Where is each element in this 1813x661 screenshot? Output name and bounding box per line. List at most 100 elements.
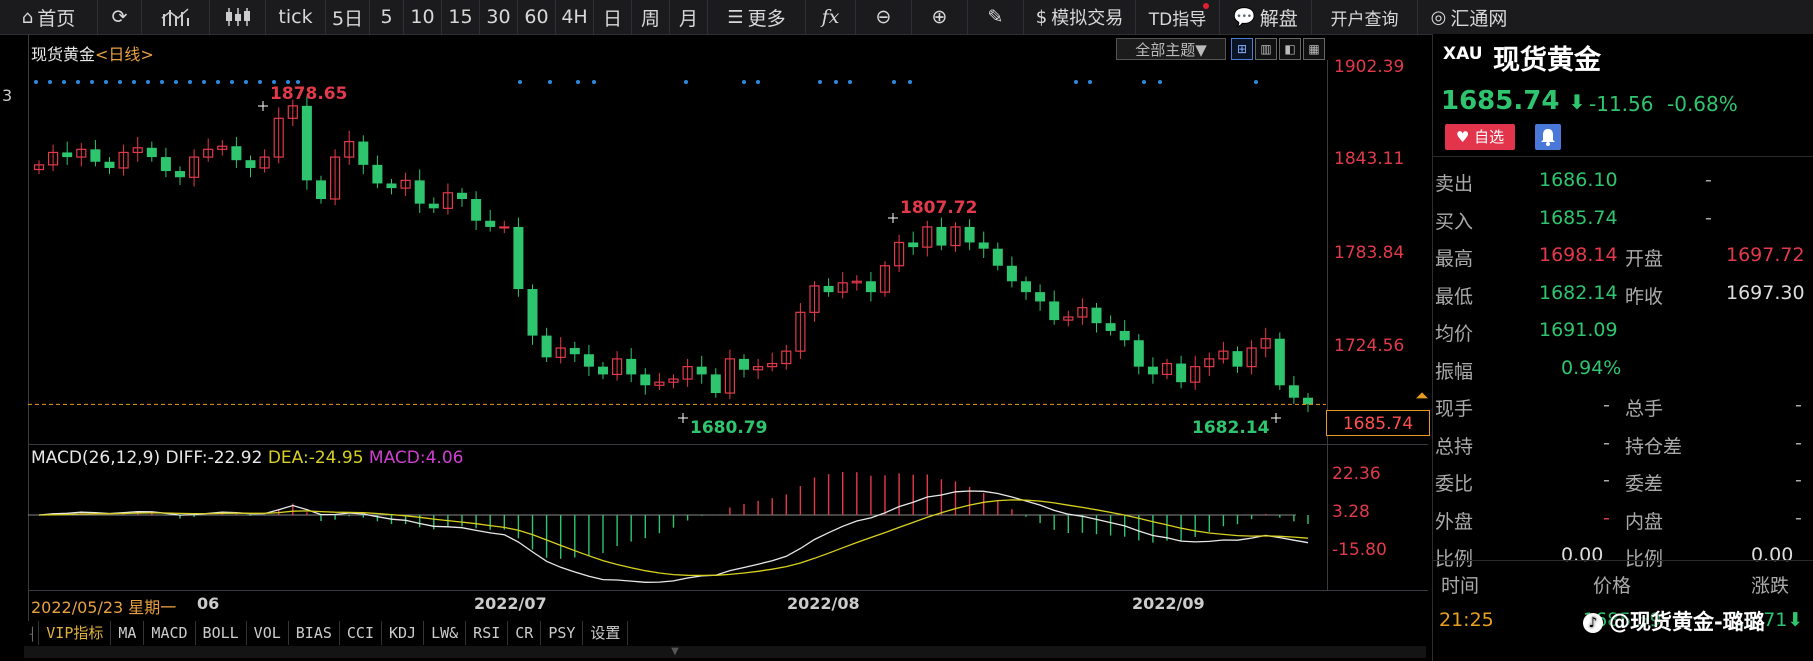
quote-label-2: 昨收: [1625, 285, 1664, 308]
quote-label: 振幅: [1435, 360, 1474, 383]
low-annotation: 1680.79: [690, 418, 768, 438]
platform-logo-icon: ♪: [1583, 613, 1603, 633]
quote-value: 1691.09: [1539, 319, 1618, 341]
tab-cci[interactable]: CCI: [340, 621, 382, 645]
quote-value: -: [1603, 506, 1610, 529]
tab-boll[interactable]: BOLL: [196, 621, 247, 645]
tab-vip[interactable]: VIP指标: [39, 621, 112, 645]
candle-body: [992, 248, 1003, 266]
panel-divider-1: [1433, 156, 1813, 157]
tab-ma[interactable]: MA: [111, 621, 145, 645]
tabs-scroll-left[interactable]: ⸡: [24, 621, 40, 645]
quote-label: 最低: [1435, 285, 1474, 308]
last-price: 1685.74 ⬇: [1441, 86, 1585, 116]
add-favorite-button[interactable]: ♥ 自选: [1445, 124, 1515, 150]
signal-dot: [48, 80, 52, 84]
signal-dot: [118, 80, 122, 84]
trade-time: 21:25: [1439, 609, 1494, 631]
trade-head-change: 涨跌: [1751, 575, 1790, 597]
candle-body: [1274, 338, 1285, 386]
candle-body: [1091, 307, 1102, 324]
signal-dot: [1074, 80, 1078, 84]
macd-tick-1: 22.36: [1332, 464, 1381, 484]
tab-vol[interactable]: VOL: [247, 621, 289, 645]
chart-scrollbar[interactable]: ▼: [24, 646, 1426, 658]
date-cursor: 2022/05/23 星期一: [31, 594, 176, 618]
quote-value: 1682.14: [1539, 281, 1618, 304]
signal-dot: [1088, 80, 1092, 84]
candle-body: [414, 180, 425, 204]
down-arrow-icon: ⬇: [1568, 90, 1586, 114]
quote-label: 最高: [1435, 248, 1474, 270]
high-annotation: 1878.65: [270, 84, 348, 104]
candle-body: [316, 180, 326, 200]
candle-body: [583, 354, 594, 367]
candle-body: [146, 147, 157, 158]
quote-row: 外盘 - 内盘 -: [1433, 500, 1813, 537]
tab-settings[interactable]: 设置: [583, 621, 629, 645]
candle-body: [485, 220, 496, 227]
signal-dot: [1142, 80, 1146, 84]
candle-body: [865, 281, 876, 293]
quote-label: 委比: [1435, 473, 1474, 495]
macd-tick-2: 3.28: [1332, 502, 1370, 522]
date-tick-3: 2022/09: [1132, 594, 1205, 613]
candle-body: [908, 242, 919, 248]
signal-dot: [104, 80, 108, 84]
tab-macd[interactable]: MACD: [144, 621, 196, 645]
quote-value: 1698.14: [1539, 244, 1618, 266]
quote-value-2: -: [1795, 394, 1802, 416]
quote-value: 0.00: [1561, 544, 1604, 566]
candle-body: [936, 226, 947, 246]
symbol-name: 现货黄金: [1493, 45, 1601, 76]
quote-panel: XAU 现货黄金 1685.74 ⬇ -11.56 -0.68% ♥ 自选 卖出…: [1432, 34, 1813, 661]
date-cursor-text: 2022/05/23 星期一: [31, 598, 177, 617]
date-tick-2: 2022/08: [787, 594, 860, 613]
candle-body: [104, 161, 115, 168]
quote-label-2: 委差: [1625, 473, 1664, 495]
candle-body: [1119, 330, 1130, 341]
date-tick-0: 06: [197, 594, 220, 613]
candle-body: [527, 289, 538, 336]
tab-lw[interactable]: LW&: [424, 621, 467, 645]
candle-body: [301, 105, 312, 181]
quote-value: -: [1603, 469, 1610, 491]
signal-dot: [258, 80, 262, 84]
candle-body: [231, 146, 242, 161]
candle-body: [1288, 385, 1299, 398]
quote-label: 外盘: [1435, 510, 1474, 533]
signal-dot: [1254, 80, 1258, 84]
signal-dot: [62, 80, 66, 84]
candle-body: [541, 335, 552, 358]
candle-body: [471, 199, 482, 221]
price-tick-1: 1902.39: [1334, 57, 1405, 77]
signal-dot: [34, 80, 38, 84]
quote-label: 总持: [1435, 435, 1474, 458]
quote-value-2: 1697.30: [1726, 281, 1805, 304]
bell-icon: [1541, 129, 1555, 146]
candle-body: [90, 149, 101, 162]
alert-button[interactable]: [1535, 124, 1561, 150]
quote-value: -: [1603, 394, 1610, 416]
candle-body: [386, 183, 397, 189]
candle-body: [1232, 351, 1243, 367]
candle-body: [1035, 292, 1046, 302]
signal-dot: [742, 80, 746, 84]
signal-dot: [548, 80, 552, 84]
candle-body: [710, 374, 721, 394]
candle-body: [598, 366, 608, 375]
signal-dot: [756, 80, 760, 84]
tab-bias[interactable]: BIAS: [289, 621, 340, 645]
signal-dot: [230, 80, 234, 84]
tab-rsi[interactable]: RSI: [466, 621, 509, 645]
signal-dot: [132, 80, 136, 84]
tab-psy[interactable]: PSY: [541, 621, 584, 645]
macd-diff-line: [38, 490, 1309, 583]
tab-kdj[interactable]: KDJ: [382, 621, 425, 645]
quote-label: 均价: [1435, 323, 1474, 345]
tab-cr[interactable]: CR: [508, 621, 542, 645]
quote-row: 总持 - 持仓差 -: [1433, 425, 1813, 462]
candle-body: [428, 203, 439, 209]
scroll-down-icon[interactable]: ▼: [660, 647, 690, 657]
candle-body: [640, 374, 651, 386]
